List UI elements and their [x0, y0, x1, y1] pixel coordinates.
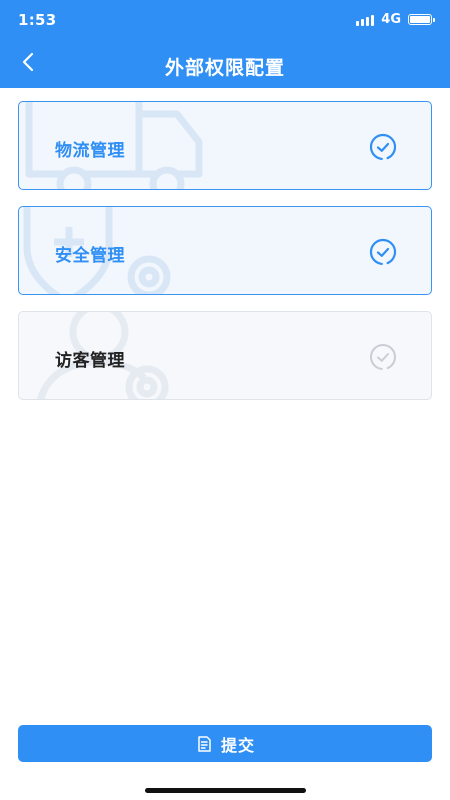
- battery-icon: [408, 14, 435, 25]
- permission-label: 访客管理: [55, 351, 125, 371]
- status-time: 1:53: [18, 11, 57, 29]
- check-circle-icon: [369, 133, 397, 161]
- home-indicator[interactable]: [145, 788, 306, 793]
- permission-card-visitors[interactable]: 访客管理: [18, 311, 432, 400]
- status-indicators: 4G: [356, 12, 435, 27]
- submit-button[interactable]: 提交: [18, 725, 432, 762]
- page-title: 外部权限配置: [164, 57, 285, 79]
- permission-label: 物流管理: [55, 141, 125, 161]
- signal-icon: [356, 14, 375, 26]
- permission-card-security[interactable]: 安全管理: [18, 206, 432, 295]
- document-icon: [198, 735, 211, 752]
- submit-label: 提交: [220, 735, 255, 755]
- app-header: 1:53 4G 外部权限配置: [0, 0, 450, 88]
- permission-card-logistics[interactable]: 物流管理: [18, 101, 432, 190]
- check-circle-icon: [369, 238, 397, 266]
- check-circle-icon: [370, 344, 396, 370]
- network-type: 4G: [381, 12, 401, 27]
- permission-label: 安全管理: [55, 246, 125, 266]
